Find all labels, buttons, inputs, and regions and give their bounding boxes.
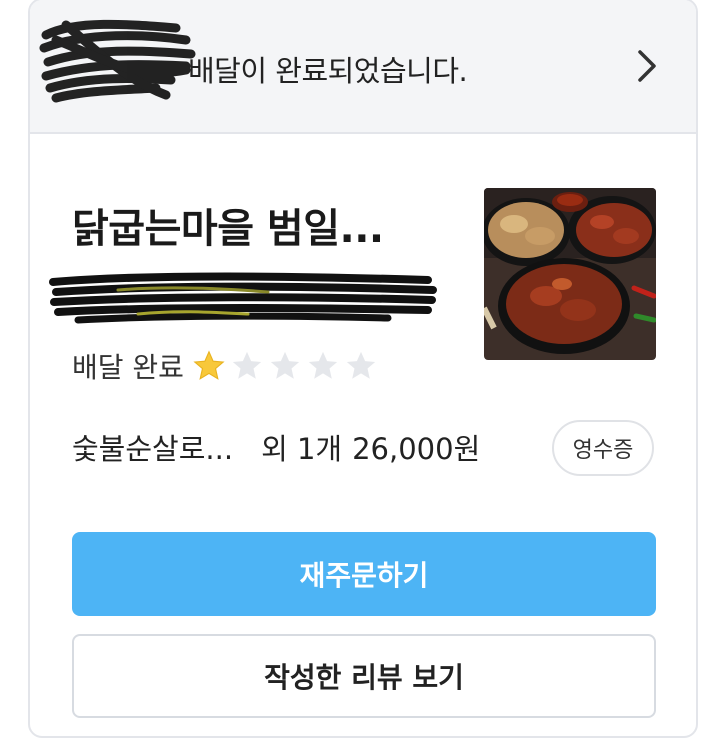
food-image: [484, 188, 656, 360]
star-icon: [346, 351, 376, 379]
order-summary-row: 숯불순살로... 외 1개 26,000원: [72, 426, 480, 468]
order-card: 배달이 완료되었습니다. 닭굽는마을 범일... 배달 완료 숯불순살로... …: [28, 0, 698, 738]
delivery-notice-text: 배달이 완료되었습니다.: [188, 54, 468, 88]
delivery-notice-bar[interactable]: 배달이 완료되었습니다.: [30, 0, 696, 134]
menu-name: 숯불순살로...: [72, 432, 234, 466]
star-icon: [232, 351, 262, 379]
redaction-scribble-address: [49, 272, 437, 324]
star-icon: [270, 351, 300, 379]
order-price: 26,000원: [352, 432, 481, 466]
delivery-status: 배달 완료: [72, 351, 184, 384]
star-icon: [308, 351, 338, 379]
rating-stars: [192, 349, 382, 383]
store-name[interactable]: 닭굽는마을 범일...: [72, 196, 384, 254]
receipt-button[interactable]: 영수증: [552, 420, 654, 476]
food-thumbnail[interactable]: [484, 188, 656, 360]
view-review-button[interactable]: 작성한 리뷰 보기: [72, 634, 656, 718]
status-row: 배달 완료: [72, 346, 382, 386]
reorder-button[interactable]: 재주문하기: [72, 532, 656, 616]
star-icon: [193, 350, 225, 380]
extra-item-count: 외 1개: [261, 432, 343, 466]
chevron-right-icon[interactable]: [634, 46, 660, 86]
redaction-scribble: [39, 19, 196, 103]
